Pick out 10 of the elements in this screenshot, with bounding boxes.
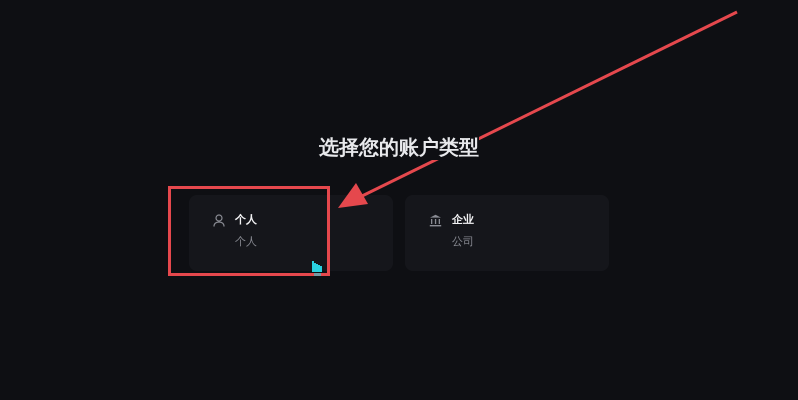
card-title: 个人 — [235, 213, 257, 227]
account-type-card[interactable]: 企业 公司 — [405, 195, 609, 271]
card-subtitle: 个人 — [235, 235, 257, 249]
card-title: 企业 — [452, 213, 474, 227]
bank-icon — [429, 214, 442, 227]
account-type-card[interactable]: 个人 个人 — [189, 195, 393, 271]
hand-cursor-icon — [312, 261, 322, 276]
page-heading: 选择您的账户类型 — [319, 134, 479, 160]
person-icon — [213, 214, 225, 227]
card-subtitle: 公司 — [452, 235, 474, 249]
